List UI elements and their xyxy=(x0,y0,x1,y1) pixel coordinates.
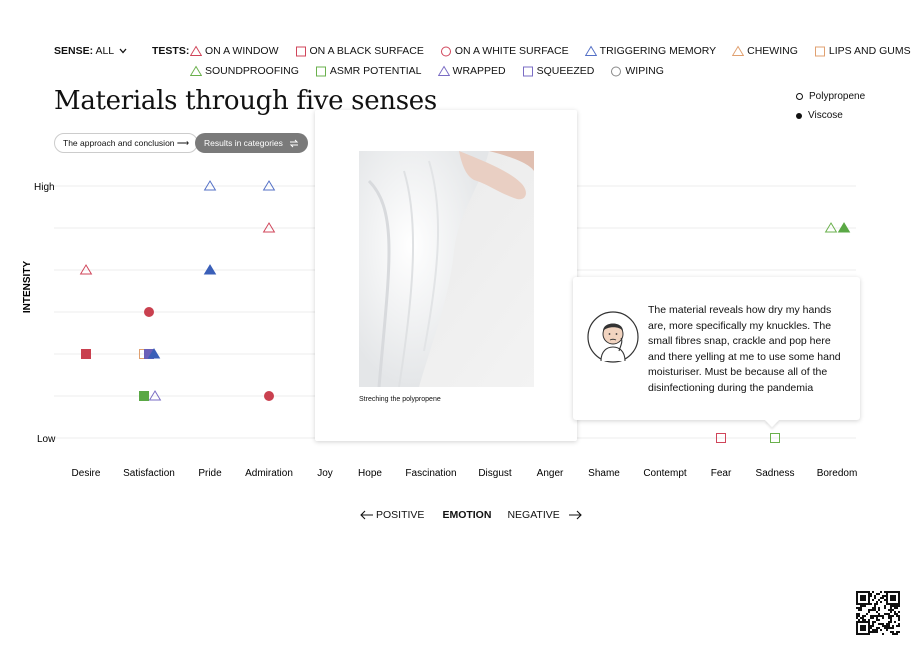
x-tick-anger: Anger xyxy=(537,468,564,479)
data-point-desire xyxy=(81,349,91,359)
negative-label: NEGATIVE xyxy=(507,509,560,521)
quote-card: The material reveals how dry my hands ar… xyxy=(573,277,860,428)
x-tick-pride: Pride xyxy=(198,468,222,479)
qr-code[interactable] xyxy=(856,591,900,635)
x-tick-desire: Desire xyxy=(72,468,101,479)
x-tick-satisfaction: Satisfaction xyxy=(123,468,175,479)
y-tick-high: High xyxy=(34,182,55,193)
avatar xyxy=(587,311,639,363)
arrow-right-icon[interactable] xyxy=(568,510,582,520)
x-tick-fascination: Fascination xyxy=(405,468,456,479)
emotion-axis-label: EMOTION xyxy=(442,509,492,521)
x-tick-fear: Fear xyxy=(711,468,732,479)
y-tick-low: Low xyxy=(37,434,56,445)
x-tick-sadness: Sadness xyxy=(756,468,795,479)
photo-popup: Streching the polypropene xyxy=(315,110,577,441)
data-point-admiration xyxy=(264,391,274,401)
positive-label: POSITIVE xyxy=(376,509,425,521)
x-tick-hope: Hope xyxy=(358,468,382,479)
data-point-satisfaction xyxy=(144,307,154,317)
data-point-satisfaction xyxy=(139,391,149,401)
x-tick-contempt: Contempt xyxy=(643,468,687,479)
emotion-axis-direction: POSITIVE EMOTION NEGATIVE xyxy=(360,509,582,521)
x-tick-disgust: Disgust xyxy=(478,468,512,479)
quote-text: The material reveals how dry my hands ar… xyxy=(648,304,841,394)
x-tick-boredom: Boredom xyxy=(817,468,858,479)
y-axis-label: INTENSITY xyxy=(22,261,33,314)
x-tick-admiration: Admiration xyxy=(245,468,293,479)
polypropene-stretch-photo xyxy=(359,151,534,387)
x-tick-joy: Joy xyxy=(317,468,333,479)
arrow-left-icon[interactable] xyxy=(360,510,374,520)
x-tick-shame: Shame xyxy=(588,468,620,479)
photo-caption: Streching the polypropene xyxy=(359,396,441,403)
